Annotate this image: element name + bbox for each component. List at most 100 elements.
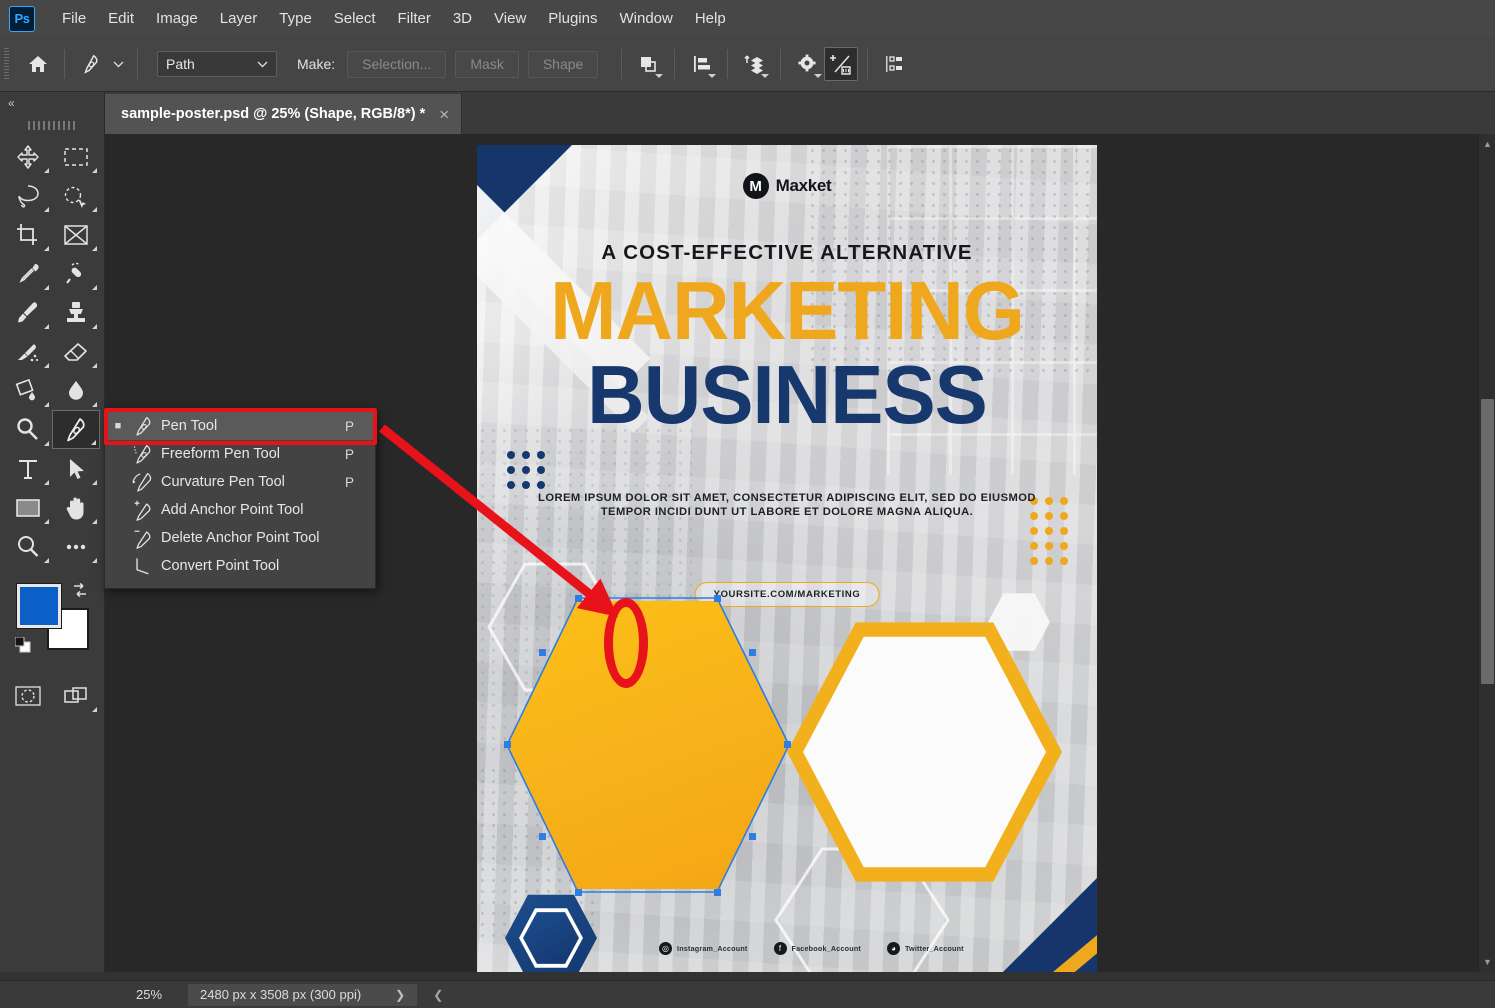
bottom-tools <box>0 676 104 715</box>
poster-document[interactable]: M Maxket A COST-EFFECTIVE ALTERNATIVE MA… <box>477 145 1097 972</box>
quick-mask-icon[interactable] <box>4 676 52 715</box>
default-colors-icon[interactable] <box>15 637 31 658</box>
tool-mode-select[interactable]: Path <box>157 51 277 77</box>
tools-panel-grip[interactable] <box>28 117 76 133</box>
home-icon[interactable] <box>21 47 55 81</box>
spot-healing-brush-tool[interactable] <box>52 254 100 293</box>
tool-preset-chevron-down-icon[interactable] <box>108 47 128 81</box>
history-brush-tool[interactable] <box>4 332 52 371</box>
path-anchor-point[interactable] <box>504 741 511 748</box>
make-label: Make: <box>297 56 335 72</box>
flyout-label: Freeform Pen Tool <box>161 446 345 462</box>
foreground-color-swatch[interactable] <box>17 584 61 628</box>
chevron-down-icon <box>655 74 663 78</box>
chevron-down-icon <box>814 74 822 78</box>
path-anchor-point[interactable] <box>539 833 546 840</box>
menu-window[interactable]: Window <box>608 6 683 31</box>
blur-tool[interactable] <box>52 371 100 410</box>
path-anchor-point[interactable] <box>749 649 756 656</box>
chevron-down-icon <box>257 60 268 68</box>
path-anchor-point[interactable] <box>575 889 582 896</box>
zoom-level-field[interactable]: 25% <box>110 985 188 1005</box>
flyout-label: Convert Point Tool <box>161 558 345 574</box>
chevron-right-icon[interactable]: ❯ <box>395 988 405 1002</box>
zoom-tool[interactable] <box>4 527 52 566</box>
flyout-item-delete-anchor-point-tool[interactable]: Delete Anchor Point Tool <box>105 524 375 552</box>
path-anchor-point[interactable] <box>714 889 721 896</box>
poster-logo: M Maxket <box>477 173 1097 199</box>
menu-view[interactable]: View <box>483 6 537 31</box>
flyout-item-add-anchor-point-tool[interactable]: Add Anchor Point Tool <box>105 496 375 524</box>
brush-tool[interactable] <box>4 293 52 332</box>
path-anchor-point[interactable] <box>749 833 756 840</box>
make-mask-button[interactable]: Mask <box>455 51 518 78</box>
path-anchor-point[interactable] <box>539 649 546 656</box>
vertical-scrollbar-thumb[interactable] <box>1481 399 1494 684</box>
clone-stamp-tool[interactable] <box>52 293 100 332</box>
document-size-field[interactable]: 2480 px x 3508 px (300 ppi) ❯ <box>188 984 417 1006</box>
eraser-tool[interactable] <box>52 332 100 371</box>
menu-select[interactable]: Select <box>323 6 387 31</box>
flyout-item-curvature-pen-tool[interactable]: Curvature Pen Tool P <box>105 468 375 496</box>
tool-mode-value: Path <box>166 56 195 72</box>
poster-cta-pill[interactable]: YOURSITE.COM/MARKETING <box>695 582 880 607</box>
auto-add-delete-icon[interactable] <box>824 47 858 81</box>
path-anchor-point[interactable] <box>575 595 582 602</box>
flyout-item-convert-point-tool[interactable]: Convert Point Tool <box>105 552 375 580</box>
path-anchor-point[interactable] <box>714 595 721 602</box>
tool-corner-icon <box>44 480 49 485</box>
chevron-left-icon[interactable]: ❮ <box>433 988 443 1002</box>
gradient-tool[interactable] <box>4 371 52 410</box>
pen-tool-icon[interactable] <box>74 47 108 81</box>
crop-tool[interactable] <box>4 215 52 254</box>
lasso-tool[interactable] <box>4 176 52 215</box>
make-selection-button[interactable]: Selection... <box>347 51 446 78</box>
tool-corner-icon <box>92 168 97 173</box>
scroll-up-icon[interactable]: ▲ <box>1479 136 1495 152</box>
tool-corner-icon <box>92 363 97 368</box>
path-anchor-point[interactable] <box>784 741 791 748</box>
path-alignment-icon[interactable] <box>684 47 718 81</box>
social-instagram: ◎ Instagram_Account <box>659 942 748 955</box>
menu-layer[interactable]: Layer <box>209 6 269 31</box>
rectangle-tool[interactable] <box>4 488 52 527</box>
document-tab[interactable]: sample-poster.psd @ 25% (Shape, RGB/8*) … <box>105 94 462 134</box>
menu-plugins[interactable]: Plugins <box>537 6 608 31</box>
frame-tool[interactable] <box>52 215 100 254</box>
menu-help[interactable]: Help <box>684 6 737 31</box>
menu-3d[interactable]: 3D <box>442 6 483 31</box>
tool-corner-icon <box>92 285 97 290</box>
tool-corner-icon <box>44 324 49 329</box>
menu-file[interactable]: File <box>51 6 97 31</box>
screen-mode-icon[interactable] <box>52 676 100 715</box>
options-bar-grip[interactable] <box>4 48 9 80</box>
vertical-scrollbar[interactable]: ▲ ▼ <box>1478 134 1495 972</box>
path-selection-tool[interactable] <box>52 449 100 488</box>
pen-tool[interactable] <box>52 410 100 449</box>
menu-edit[interactable]: Edit <box>97 6 145 31</box>
align-edges-icon[interactable] <box>877 47 911 81</box>
make-shape-button[interactable]: Shape <box>528 51 598 78</box>
path-operations-icon[interactable] <box>631 47 665 81</box>
pen-options-gear-icon[interactable] <box>790 47 824 81</box>
poster-kicker: A COST-EFFECTIVE ALTERNATIVE <box>477 241 1097 265</box>
horizontal-type-tool[interactable] <box>4 449 52 488</box>
document-size-text: 2480 px x 3508 px (300 ppi) <box>200 987 361 1002</box>
path-arrangement-icon[interactable] <box>737 47 771 81</box>
dodge-tool[interactable] <box>4 410 52 449</box>
hand-tool[interactable] <box>52 488 100 527</box>
tool-corner-icon <box>44 441 49 446</box>
menu-bar: Ps File Edit Image Layer Type Select Fil… <box>0 0 1495 37</box>
move-tool[interactable] <box>4 137 52 176</box>
menu-filter[interactable]: Filter <box>387 6 442 31</box>
collapse-panel-icon[interactable]: « <box>0 92 104 114</box>
rectangular-marquee-tool[interactable] <box>52 137 100 176</box>
eyedropper-tool[interactable] <box>4 254 52 293</box>
scroll-down-icon[interactable]: ▼ <box>1479 954 1495 970</box>
menu-type[interactable]: Type <box>268 6 323 31</box>
edit-toolbar-tool[interactable] <box>52 527 100 566</box>
swap-colors-icon[interactable] <box>71 582 89 604</box>
close-icon[interactable]: × <box>439 106 449 123</box>
menu-image[interactable]: Image <box>145 6 209 31</box>
object-selection-tool[interactable] <box>52 176 100 215</box>
